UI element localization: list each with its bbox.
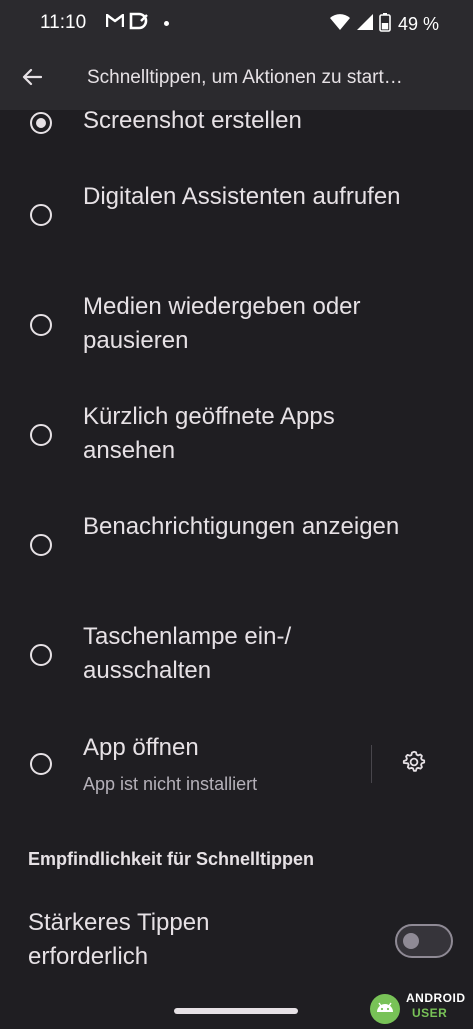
back-arrow-icon bbox=[22, 68, 43, 91]
gear-icon bbox=[402, 750, 426, 779]
option-label: Taschenlampe ein-/ ausschalten bbox=[83, 623, 292, 684]
system-icons: 49 % bbox=[329, 12, 439, 37]
radio-button[interactable] bbox=[30, 314, 52, 336]
notification-icons bbox=[105, 12, 169, 35]
radio-button[interactable] bbox=[30, 424, 52, 446]
option-digital-assistant[interactable]: Digitalen Assistenten aufrufen bbox=[0, 180, 473, 250]
d-app-icon bbox=[129, 12, 149, 35]
option-notifications[interactable]: Benachrichtigungen anzeigen bbox=[0, 510, 473, 580]
radio-button[interactable] bbox=[30, 534, 52, 556]
option-label: Kürzlich geöffnete Apps ansehen bbox=[83, 403, 335, 464]
page-title: Schnelltippen, um Aktionen zu start… bbox=[87, 67, 403, 88]
option-label: Benachrichtigungen anzeigen bbox=[83, 513, 400, 540]
status-bar: 11:10 49 % bbox=[0, 0, 473, 48]
android-robot-icon bbox=[368, 992, 402, 1029]
app-settings-button[interactable] bbox=[394, 745, 434, 783]
option-flashlight[interactable]: Taschenlampe ein-/ ausschalten bbox=[0, 620, 473, 690]
option-open-app[interactable]: App öffnen App ist nicht installiert bbox=[0, 730, 360, 800]
watermark-line1: ANDROID bbox=[406, 991, 466, 1005]
gesture-nav-handle[interactable] bbox=[174, 1008, 298, 1014]
radio-button[interactable] bbox=[30, 644, 52, 666]
option-label: App öffnen bbox=[83, 734, 199, 761]
wifi-icon bbox=[329, 13, 351, 36]
radio-button-selected[interactable] bbox=[30, 112, 52, 134]
signal-icon bbox=[356, 13, 374, 36]
status-time: 11:10 bbox=[40, 12, 87, 33]
radio-button[interactable] bbox=[30, 753, 52, 775]
option-sublabel: App ist nicht installiert bbox=[83, 774, 258, 794]
stronger-tap-label: Stärkeres Tippen erforderlich bbox=[28, 909, 210, 970]
option-label: Medien wiedergeben oder pausieren bbox=[83, 293, 361, 354]
toggle-knob bbox=[403, 933, 419, 949]
app-bar: Schnelltippen, um Aktionen zu start… bbox=[0, 48, 473, 110]
back-button[interactable] bbox=[14, 61, 50, 97]
battery-percent: 49 % bbox=[397, 14, 439, 34]
stronger-tap-toggle[interactable] bbox=[395, 924, 453, 958]
section-header: Empfindlichkeit für Schnelltippen bbox=[28, 849, 315, 869]
gmail-icon bbox=[105, 13, 125, 33]
vertical-divider bbox=[371, 745, 372, 783]
option-label: Digitalen Assistenten aufrufen bbox=[83, 183, 401, 210]
option-recent-apps[interactable]: Kürzlich geöffnete Apps ansehen bbox=[0, 400, 473, 470]
watermark-line2: USER bbox=[412, 1006, 448, 1020]
option-media-playback[interactable]: Medien wiedergeben oder pausieren bbox=[0, 290, 473, 360]
android-user-watermark: ANDROID USER bbox=[366, 988, 473, 1024]
radio-button[interactable] bbox=[30, 204, 52, 226]
dot-icon bbox=[164, 21, 169, 26]
battery-icon bbox=[379, 12, 391, 37]
